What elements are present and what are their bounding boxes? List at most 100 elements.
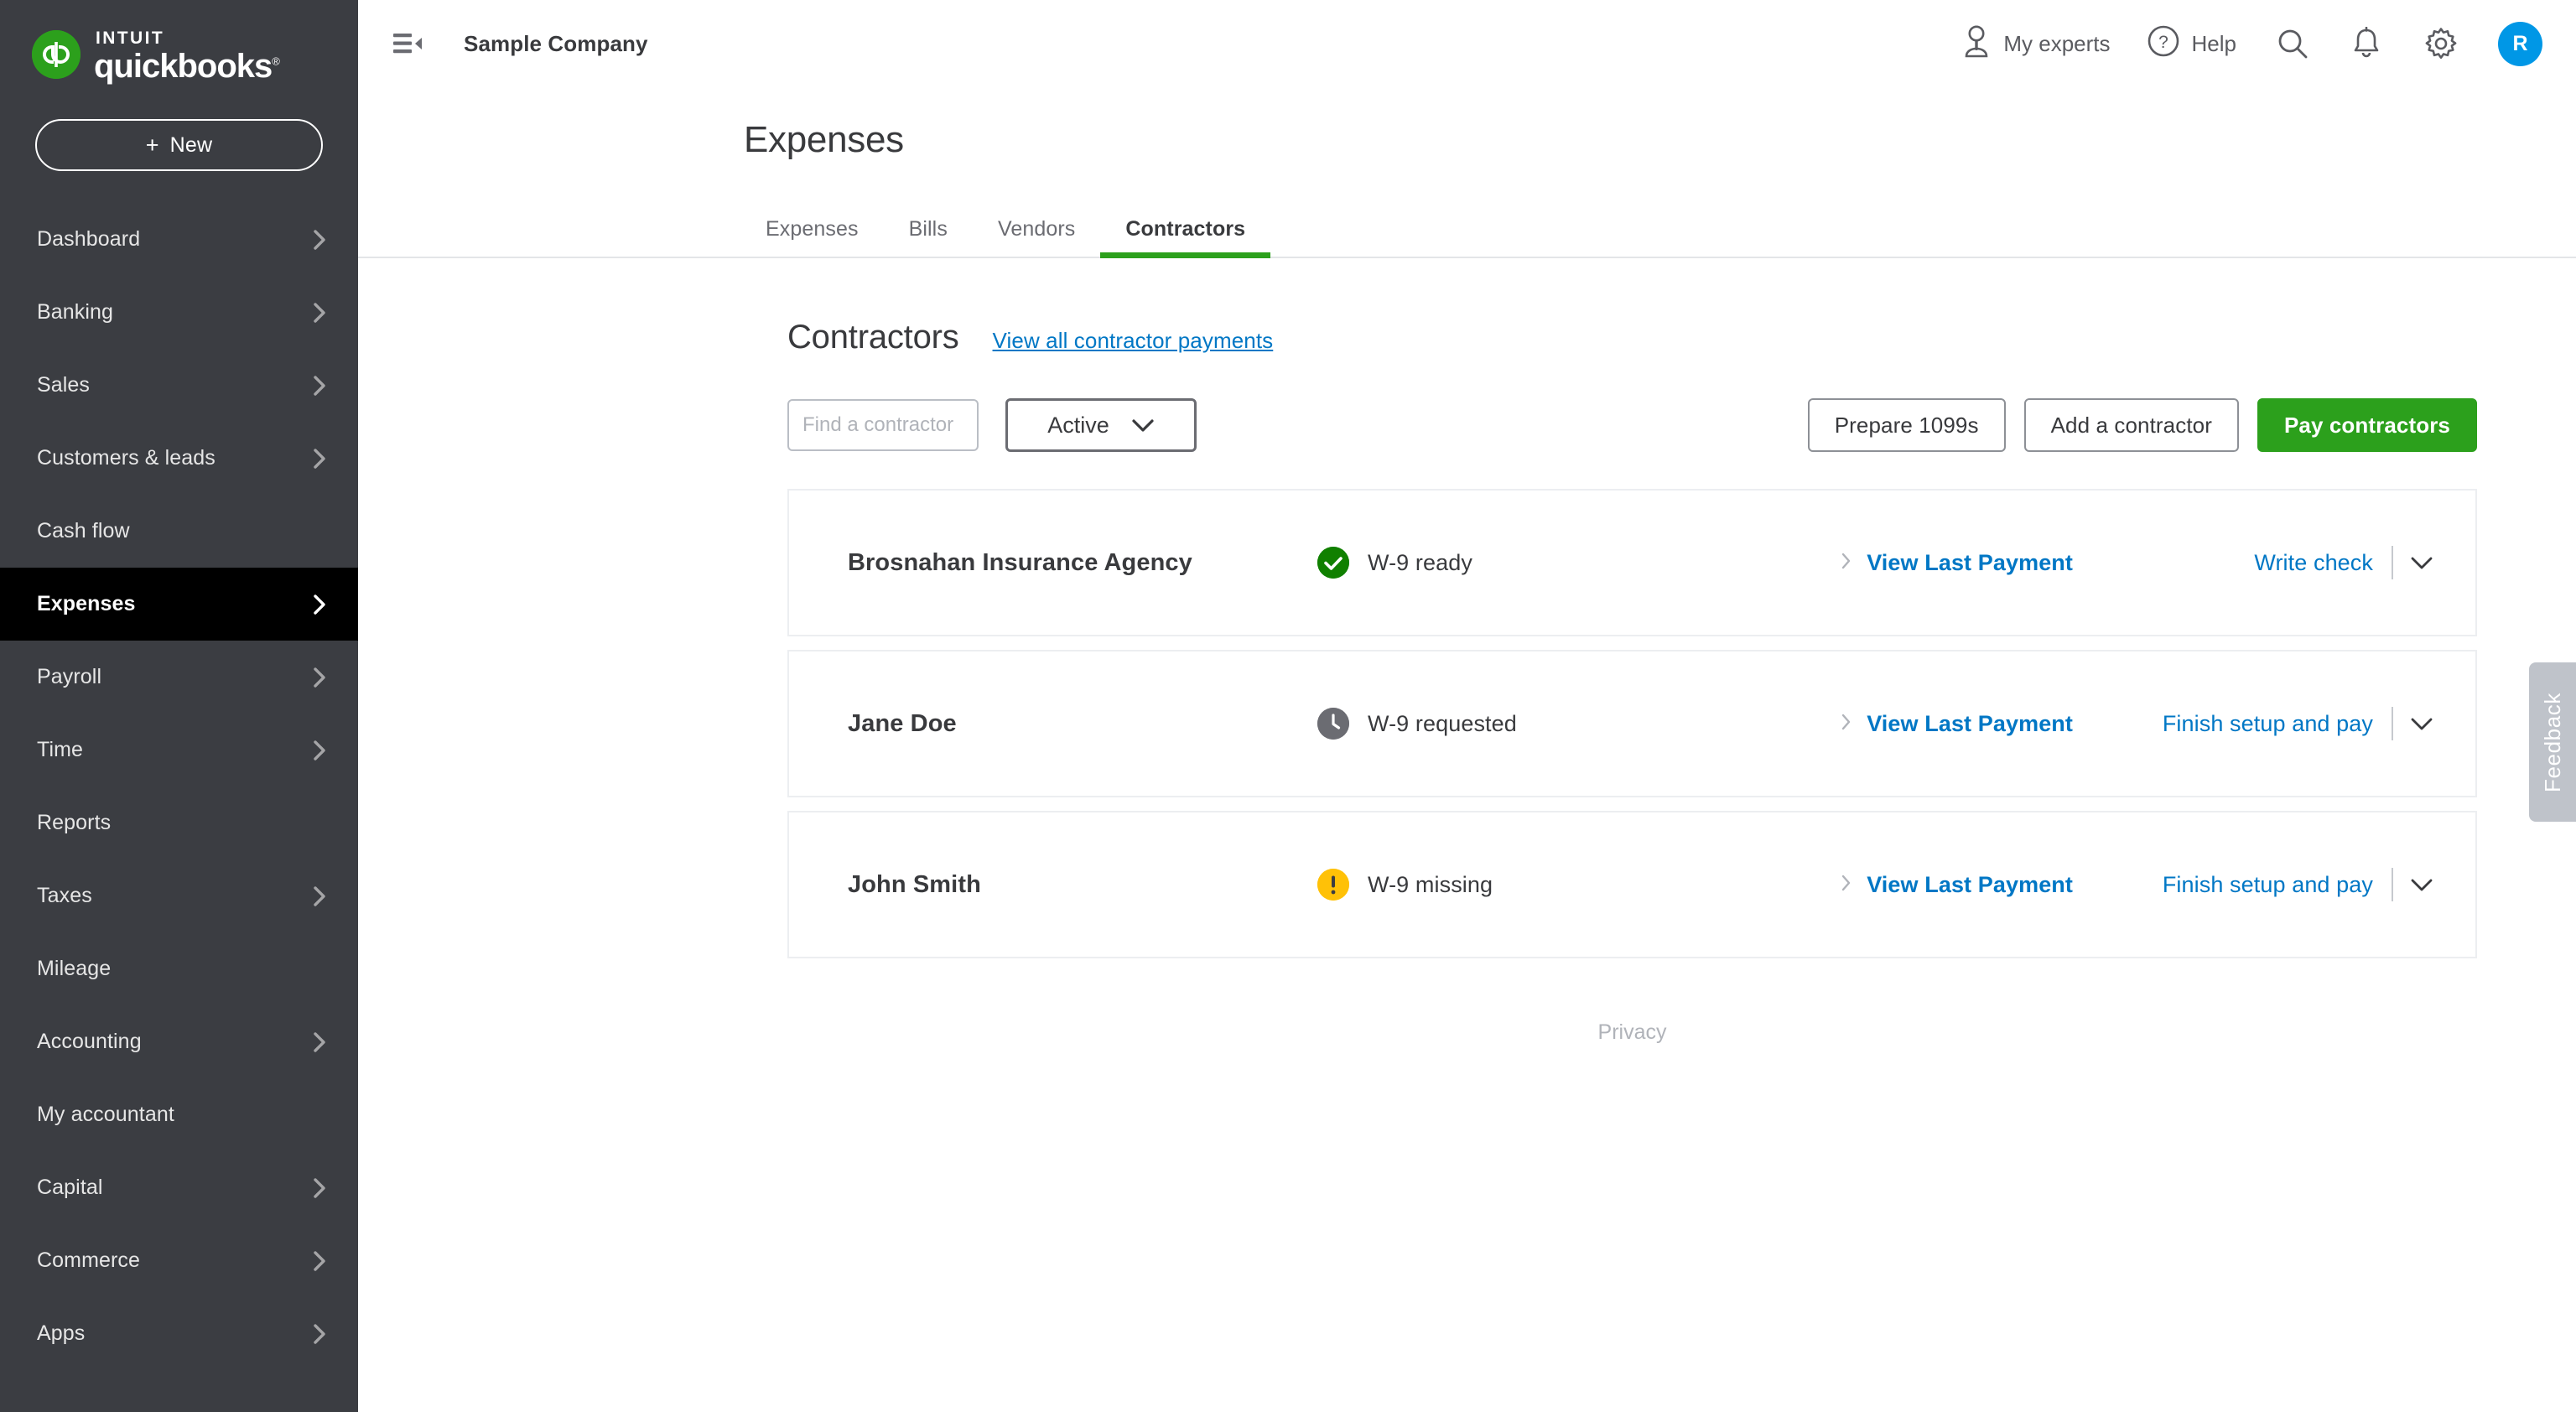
- page-content: Contractors View all contractor payments…: [358, 319, 2576, 1045]
- contractor-name: John Smith: [848, 870, 981, 898]
- avatar[interactable]: R: [2498, 21, 2542, 66]
- help-label: Help: [2191, 30, 2236, 56]
- chevron-down-icon[interactable]: [2392, 707, 2433, 740]
- bell-icon[interactable]: [2330, 27, 2402, 60]
- chevron-right-icon: [313, 375, 326, 397]
- hamburger-collapse-icon[interactable]: [387, 26, 432, 61]
- add-a-contractor-button[interactable]: Add a contractor: [2023, 398, 2239, 452]
- sidebar-item-reports[interactable]: Reports: [0, 786, 358, 859]
- sidebar-item-label: Expenses: [37, 592, 136, 615]
- sidebar-item-taxes[interactable]: Taxes: [0, 859, 358, 932]
- my-experts-button[interactable]: My experts: [1944, 24, 2128, 64]
- sidebar-item-label: Mileage: [37, 957, 112, 980]
- contractor-row[interactable]: Brosnahan Insurance Agency W-9 ready View …: [787, 489, 2477, 636]
- chevron-right-icon: [313, 1323, 326, 1345]
- sidebar-item-label: Banking: [37, 300, 114, 324]
- w9-status: W-9 requested: [1317, 708, 1517, 740]
- contractor-search-combo[interactable]: [787, 399, 1098, 451]
- company-name[interactable]: Sample Company: [464, 31, 648, 57]
- status-filter-dropdown[interactable]: Active: [1005, 398, 1197, 452]
- tab-bills[interactable]: Bills: [884, 217, 973, 257]
- quickbooks-wordmark: quickbooks®: [94, 48, 280, 85]
- sidebar-item-commerce[interactable]: Commerce: [0, 1224, 358, 1297]
- sidebar-item-label: Payroll: [37, 665, 102, 688]
- sidebar-item-expenses[interactable]: Expenses: [0, 568, 358, 641]
- sidebar-nav: Dashboard Banking Sales Customers & leads Ca…: [0, 203, 358, 1370]
- sidebar-item-label: Apps: [37, 1321, 86, 1345]
- view-all-contractor-payments-link[interactable]: View all contractor payments: [993, 328, 1274, 354]
- view-last-payment-link[interactable]: View Last Payment: [1841, 550, 2073, 576]
- sidebar-item-label: Customers & leads: [37, 446, 216, 470]
- sidebar-item-label: Taxes: [37, 884, 92, 907]
- contractor-action-split-button[interactable]: Finish setup and pay: [2157, 868, 2433, 901]
- page-title: Expenses: [744, 119, 904, 160]
- sidebar-item-label: Time: [37, 738, 84, 761]
- tab-contractors[interactable]: Contractors: [1100, 217, 1270, 258]
- page-tabs: Expenses Bills Vendors Contractors: [358, 201, 2576, 258]
- sidebar-item-payroll[interactable]: Payroll: [0, 641, 358, 714]
- contractor-action-split-button[interactable]: Finish setup and pay: [2157, 707, 2433, 740]
- privacy-link[interactable]: Privacy: [787, 1020, 2576, 1045]
- warning-circle-icon: [1317, 869, 1349, 901]
- status-filter-value: Active: [1047, 412, 1109, 438]
- contractor-row-actions: View Last Payment Finish setup and pay: [1841, 707, 2433, 740]
- chevron-right-icon: [313, 667, 326, 688]
- plus-icon: +: [145, 132, 159, 158]
- contractor-name: Jane Doe: [848, 709, 957, 737]
- svg-text:?: ?: [2158, 33, 2168, 52]
- w9-status-label: W-9 ready: [1368, 549, 1472, 575]
- quickbooks-logo[interactable]: INTUIT quickbooks®: [0, 0, 358, 87]
- sidebar-item-label: Capital: [37, 1176, 103, 1199]
- prepare-1099s-button[interactable]: Prepare 1099s: [1807, 398, 2006, 452]
- question-circle-icon: ?: [2148, 25, 2179, 63]
- check-circle-icon: [1317, 547, 1349, 579]
- contractor-action-label[interactable]: Write check: [2254, 550, 2392, 576]
- tab-vendors[interactable]: Vendors: [973, 217, 1100, 257]
- chevron-right-icon: [313, 1250, 326, 1272]
- sidebar-item-sales[interactable]: Sales: [0, 349, 358, 422]
- search-icon[interactable]: [2255, 28, 2330, 60]
- feedback-tab[interactable]: Feedback: [2529, 662, 2576, 822]
- gear-icon[interactable]: [2402, 27, 2480, 60]
- topbar-actions: My experts ? Help R: [1944, 21, 2542, 66]
- chevron-right-icon: [313, 1177, 326, 1199]
- app-root: INTUIT quickbooks® + New Dashboard Bankin…: [0, 0, 2576, 1412]
- view-last-payment-label: View Last Payment: [1867, 549, 2073, 575]
- chevron-right-icon: [1841, 874, 1852, 896]
- sidebar-item-capital[interactable]: Capital: [0, 1151, 358, 1224]
- contractor-row[interactable]: Jane Doe W-9 requested View Last Payment Fi…: [787, 650, 2477, 797]
- view-last-payment-label: View Last Payment: [1867, 871, 2073, 897]
- sidebar-item-cash-flow[interactable]: Cash flow: [0, 495, 358, 568]
- sidebar-item-label: Commerce: [37, 1248, 141, 1272]
- view-last-payment-link[interactable]: View Last Payment: [1841, 872, 2073, 898]
- sidebar-item-customers-leads[interactable]: Customers & leads: [0, 422, 358, 495]
- chevron-down-icon[interactable]: [2392, 868, 2433, 901]
- help-button[interactable]: ? Help: [2129, 25, 2255, 63]
- sidebar-item-time[interactable]: Time: [0, 714, 358, 786]
- contractor-row-actions: View Last Payment Finish setup and pay: [1841, 868, 2433, 901]
- sidebar-item-my-accountant[interactable]: My accountant: [0, 1078, 358, 1151]
- contractor-action-split-button[interactable]: Write check: [2157, 546, 2433, 579]
- contractor-row[interactable]: John Smith W-9 missing View Last Payment Fi…: [787, 811, 2477, 958]
- w9-status-label: W-9 requested: [1368, 710, 1517, 736]
- sidebar-item-label: Dashboard: [37, 227, 141, 251]
- pay-contractors-button[interactable]: Pay contractors: [2257, 398, 2477, 452]
- contractor-action-label[interactable]: Finish setup and pay: [2163, 711, 2392, 737]
- chevron-right-icon: [313, 302, 326, 324]
- contractor-action-label[interactable]: Finish setup and pay: [2163, 872, 2392, 898]
- chevron-right-icon: [313, 740, 326, 761]
- main-area: Sample Company My experts ? Help R Expen…: [358, 0, 2576, 1412]
- new-button[interactable]: + New: [35, 119, 323, 171]
- sidebar-item-accounting[interactable]: Accounting: [0, 1005, 358, 1078]
- sidebar-item-apps[interactable]: Apps: [0, 1297, 358, 1370]
- intuit-wordmark: INTUIT: [96, 29, 165, 48]
- sidebar-item-mileage[interactable]: Mileage: [0, 932, 358, 1005]
- sidebar-item-banking[interactable]: Banking: [0, 276, 358, 349]
- view-last-payment-link[interactable]: View Last Payment: [1841, 711, 2073, 737]
- w9-status: W-9 missing: [1317, 869, 1493, 901]
- sidebar-item-dashboard[interactable]: Dashboard: [0, 203, 358, 276]
- chevron-down-icon[interactable]: [2392, 546, 2433, 579]
- w9-status: W-9 ready: [1317, 547, 1472, 579]
- tab-expenses[interactable]: Expenses: [744, 217, 884, 257]
- clock-circle-icon: [1317, 708, 1349, 740]
